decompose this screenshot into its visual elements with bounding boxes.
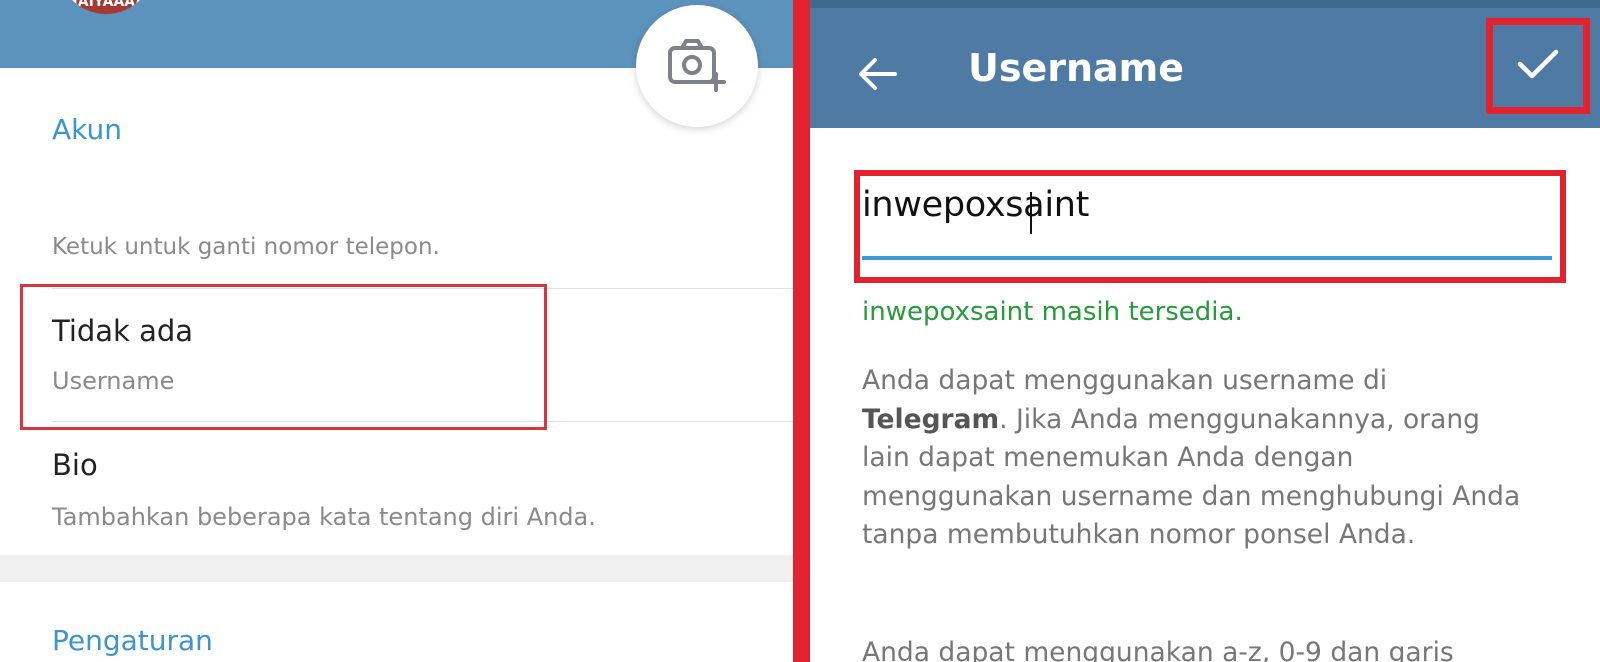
section-separator	[0, 555, 793, 582]
section-title-account: Akun	[52, 113, 122, 146]
arrow-left-icon	[857, 57, 897, 95]
confirm-button[interactable]	[1486, 18, 1590, 114]
profile-settings-panel: HAIYAAAA Akun Ketuk untuk ganti nomor te…	[0, 0, 793, 662]
app-header: Username	[810, 8, 1600, 128]
section-title-settings: Pengaturan	[52, 624, 213, 657]
camera-add-icon	[666, 36, 728, 96]
phone-hint[interactable]: Ketuk untuk ganti nomor telepon.	[52, 234, 440, 260]
availability-status: inwepoxsaint masih tersedia.	[862, 297, 1243, 327]
bio-hint: Tambahkan beberapa kata tentang diri And…	[52, 503, 596, 531]
set-photo-button[interactable]	[636, 5, 758, 127]
username-edit-panel: Username inwepoxsaint inwepoxsaint masih…	[810, 0, 1600, 662]
panel-separator	[793, 0, 810, 662]
bio-label: Bio	[52, 448, 98, 482]
info-text-pre: Anda dapat menggunakan username di	[862, 365, 1388, 396]
back-button[interactable]	[850, 53, 904, 99]
text-caret	[1030, 192, 1032, 234]
username-info-text: Anda dapat menggunakan username di Teleg…	[862, 362, 1522, 555]
username-input[interactable]: inwepoxsaint	[862, 185, 1089, 225]
info-text-bold: Telegram	[862, 403, 1000, 435]
username-highlight-box	[20, 284, 547, 430]
checkmark-icon	[1516, 47, 1560, 85]
status-strip	[810, 0, 1600, 8]
page-title: Username	[968, 46, 1185, 90]
input-underline	[862, 256, 1552, 260]
username-rules-text: Anda dapat menggunakan a-z, 0-9 dan gari…	[862, 637, 1454, 662]
